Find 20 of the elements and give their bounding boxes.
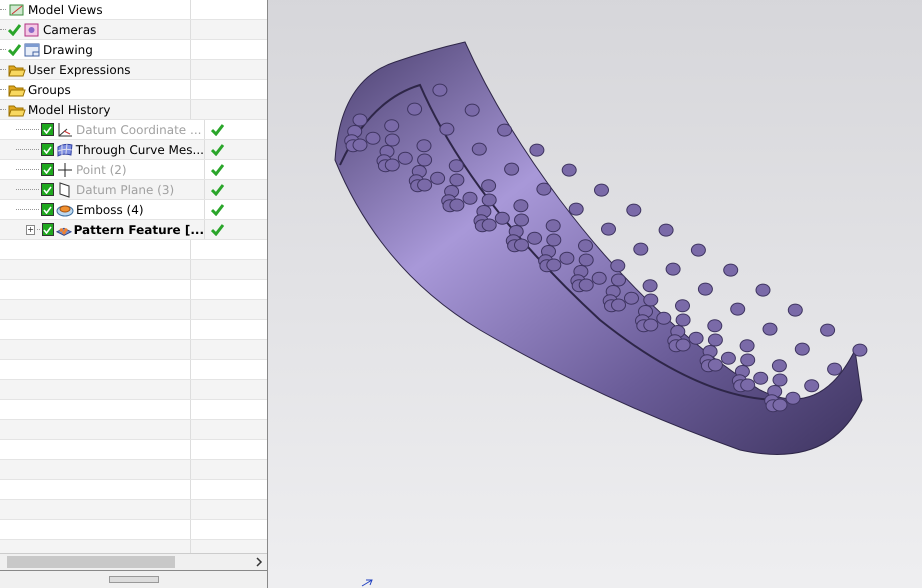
checkbox[interactable] [40, 143, 54, 156]
camera-icon [23, 22, 41, 38]
node-label[interactable]: Drawing [43, 42, 93, 56]
chevron-right-icon[interactable] [256, 557, 263, 567]
resize-handle[interactable] [108, 576, 158, 583]
axis-triad-icon [362, 580, 373, 586]
expand-toggle[interactable]: + [26, 224, 36, 234]
views-icon [8, 2, 26, 18]
node-label[interactable]: Cameras [43, 22, 96, 36]
point-cross-icon [56, 162, 74, 178]
node-label[interactable]: Pattern Feature [... [74, 222, 204, 236]
node-label[interactable]: Emboss (4) [76, 202, 144, 216]
scrollbar-thumb[interactable] [7, 556, 175, 568]
coordinate-system-icon [56, 122, 74, 138]
node-label[interactable]: Model Views [28, 2, 103, 16]
checkbox[interactable] [42, 223, 54, 236]
horizontal-scrollbar[interactable] [0, 553, 267, 570]
drawing-sheet-icon [23, 42, 41, 58]
checkbox[interactable] [41, 203, 54, 216]
node-label[interactable]: Groups [28, 82, 71, 96]
